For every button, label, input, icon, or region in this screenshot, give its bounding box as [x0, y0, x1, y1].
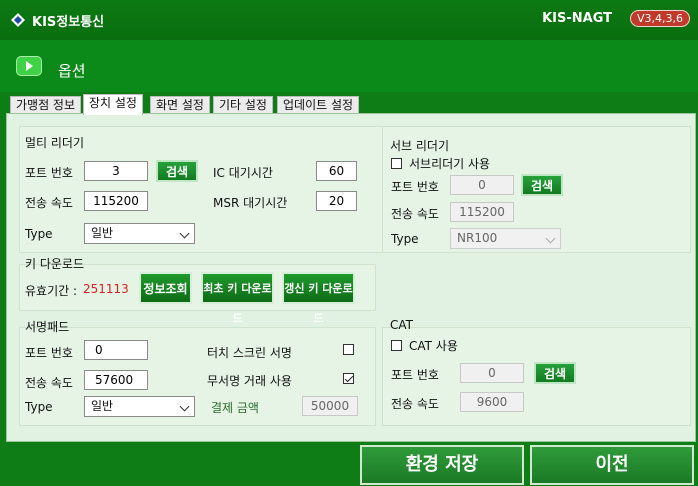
page-header [0, 40, 698, 92]
back-button[interactable]: 이전 [530, 445, 694, 485]
no-sign-checkbox[interactable] [343, 373, 354, 384]
touch-sign-label: 터치 스크린 서명 [207, 346, 292, 360]
tab-other-settings[interactable]: 기타 설정 [213, 96, 273, 114]
chevron-down-icon [179, 228, 190, 239]
sub-reader-use-label: 서브리더기 사용 [409, 157, 491, 171]
chevron-down-icon [545, 233, 556, 244]
sub-reader-port-input[interactable]: 0 [450, 175, 514, 195]
signpad-title: 서명패드 [25, 320, 70, 334]
multi-reader-title: 멀티 리더기 [25, 136, 85, 150]
tab-update-settings[interactable]: 업데이트 설정 [277, 96, 360, 114]
ic-wait-input[interactable]: 60 [316, 161, 357, 181]
first-key-download-button[interactable]: 최초 키 다운로드 [201, 272, 274, 325]
select-value: 일반 [91, 399, 114, 413]
msr-wait-label: MSR 대기시간 [213, 196, 288, 210]
multi-reader-speed-input[interactable]: 115200 [84, 191, 148, 211]
port-label: 포트 번호 [391, 368, 439, 382]
select-value: 일반 [91, 226, 114, 240]
save-settings-button[interactable]: 환경 저장 [360, 445, 524, 485]
multi-reader-port-input[interactable]: 3 [84, 161, 148, 181]
touch-sign-checkbox[interactable] [343, 344, 354, 355]
cat-use-checkbox[interactable] [391, 340, 402, 351]
type-label: Type [25, 400, 53, 414]
port-label: 포트 번호 [25, 346, 73, 360]
kis-logo-icon [11, 13, 25, 27]
valid-date-label: 유효기간 : [25, 284, 78, 298]
signpad-speed-input[interactable]: 57600 [84, 370, 148, 390]
tab-screen-settings[interactable]: 화면 설정 [150, 96, 210, 114]
info-query-button[interactable]: 정보조회 [139, 272, 192, 304]
type-label: Type [391, 232, 419, 246]
page-title: 옵션 [58, 62, 86, 80]
speed-label: 전송 속도 [25, 196, 73, 210]
cat-port-input[interactable]: 0 [460, 363, 524, 383]
version-badge: V3,4,3,6 [629, 10, 690, 27]
no-sign-label: 무서명 거래 사용 [207, 374, 292, 388]
sub-reader-search-button[interactable]: 검색 [521, 174, 563, 196]
ic-wait-label: IC 대기시간 [213, 166, 273, 180]
cat-speed-input[interactable]: 9600 [460, 392, 524, 412]
multi-reader-search-button[interactable]: 검색 [156, 160, 198, 182]
cat-use-label: CAT 사용 [409, 339, 458, 353]
settings-panel: 멀티 리더기 포트 번호 3 검색 IC 대기시간 60 전송 속도 11520… [6, 113, 696, 442]
msr-wait-input[interactable]: 20 [316, 191, 357, 211]
signpad-port-input[interactable]: 0 [84, 340, 148, 360]
sub-reader-speed-input[interactable]: 115200 [450, 202, 514, 222]
tab-device-settings[interactable]: 장치 설정 [83, 94, 143, 115]
speed-label: 전송 속도 [391, 397, 439, 411]
speed-label: 전송 속도 [25, 376, 73, 390]
signpad-type-select[interactable]: 일반 [84, 396, 195, 417]
port-label: 포트 번호 [391, 180, 439, 194]
multi-reader-type-select[interactable]: 일반 [84, 223, 195, 244]
amount-input[interactable]: 50000 [302, 396, 358, 416]
type-label: Type [25, 227, 53, 241]
sub-reader-title: 서브 리더기 [390, 139, 450, 153]
sub-reader-type-select[interactable]: NR100 [450, 228, 561, 249]
tab-merchant-info[interactable]: 가맹점 정보 [10, 96, 82, 114]
key-download-title: 키 다운로드 [25, 257, 85, 271]
port-label: 포트 번호 [25, 166, 73, 180]
chevron-down-icon [179, 401, 190, 412]
app-name: KIS-NAGT [542, 11, 612, 26]
valid-date-value: 251113 [83, 282, 129, 296]
renew-key-download-button[interactable]: 갱신 키 다운로드 [282, 272, 355, 325]
brand: KIS정보통신 [10, 10, 104, 30]
cat-title: CAT [390, 318, 413, 332]
select-value: NR100 [457, 231, 498, 245]
sub-reader-use-checkbox[interactable] [391, 158, 402, 169]
play-icon [16, 56, 42, 76]
amount-label: 결제 금액 [211, 401, 259, 415]
cat-search-button[interactable]: 검색 [534, 362, 576, 384]
brand-name: KIS정보통신 [32, 14, 105, 30]
speed-label: 전송 속도 [391, 207, 439, 221]
